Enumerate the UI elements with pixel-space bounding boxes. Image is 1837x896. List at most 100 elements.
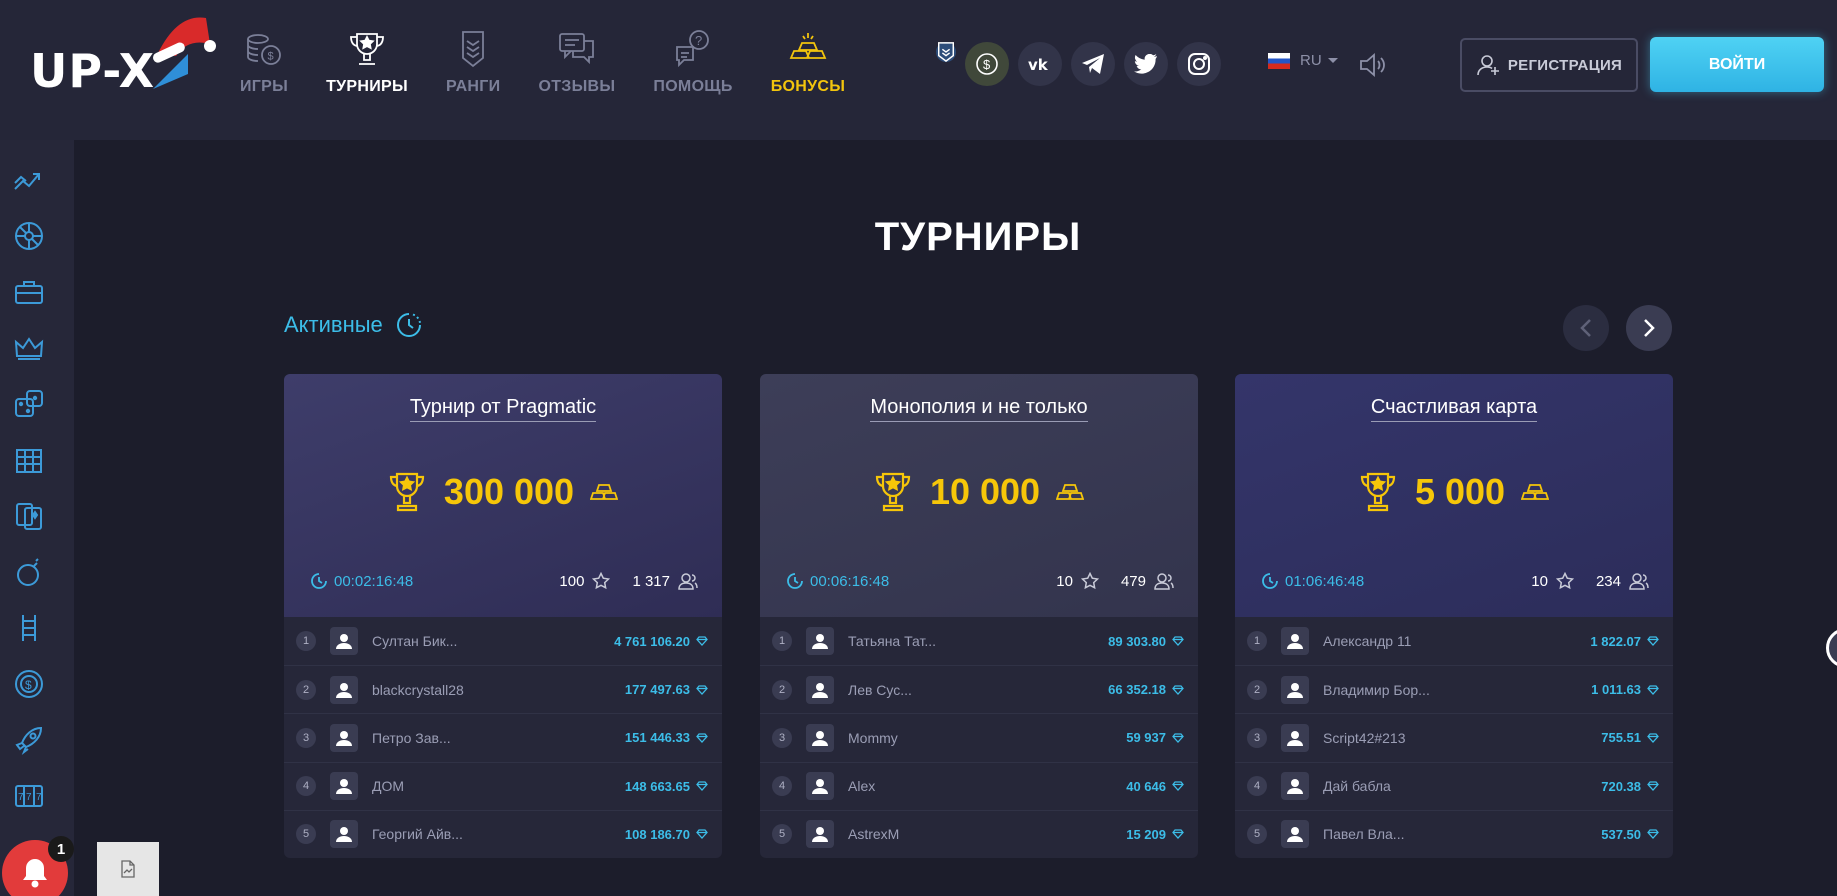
rank-badge: 5	[296, 824, 316, 845]
dollar-wheel-icon[interactable]: $	[13, 668, 45, 700]
arrow-logo-icon	[153, 54, 188, 89]
login-button[interactable]: ВОЙТИ	[1650, 37, 1824, 92]
star-icon	[1555, 572, 1574, 590]
rocket-icon[interactable]	[13, 724, 45, 756]
trend-icon[interactable]	[13, 164, 45, 196]
svg-text:7: 7	[36, 792, 42, 803]
cards-icon[interactable]	[13, 500, 45, 532]
broken-image-icon[interactable]	[97, 842, 159, 896]
users-icon	[678, 573, 698, 590]
diamond-icon	[696, 733, 708, 743]
keno-icon[interactable]	[13, 444, 45, 476]
participants-stat: 479	[1121, 572, 1174, 590]
side-widget-button[interactable]	[1826, 628, 1837, 668]
leaderboard: 1 Султан Бик... 4 761 106.20 2 blackcrys…	[284, 617, 722, 858]
leaderboard-row: 1 Александр 11 1 822.07	[1235, 617, 1673, 665]
rank-badge: 5	[772, 824, 792, 845]
nav-help[interactable]: ? ПОМОЩЬ	[653, 28, 732, 108]
sound-icon[interactable]	[1358, 52, 1388, 83]
player-score: 720.38	[1601, 778, 1641, 794]
user-avatar-icon	[806, 723, 834, 752]
tournament-title[interactable]: Турнир от Pragmatic	[409, 396, 597, 422]
tournament-banner: Счастливая карта 5 000 01:06:46:48 10 23…	[1235, 374, 1673, 617]
rank-badge: 3	[1247, 727, 1267, 748]
tournament-card[interactable]: Монополия и не только 10 000 00:06:16:48…	[760, 374, 1198, 858]
leaderboard-row: 2 blackcrystall28 177 497.63	[284, 665, 722, 713]
tournament-card[interactable]: Счастливая карта 5 000 01:06:46:48 10 23…	[1235, 374, 1673, 858]
login-label: ВОЙТИ	[1708, 55, 1766, 73]
nav-games-label: ИГРЫ	[240, 78, 289, 95]
diamond-icon	[1647, 829, 1659, 840]
nav-reviews[interactable]: ОТЗЫВЫ	[538, 28, 615, 108]
coin-dollar-icon[interactable]: $	[965, 42, 1009, 86]
crown-icon[interactable]	[13, 332, 45, 364]
diamond-icon	[1647, 636, 1659, 647]
stars-value: 10	[1056, 572, 1073, 590]
player-name: Mommy	[848, 729, 898, 746]
participants-value: 1 317	[632, 572, 670, 590]
carousel-prev-button[interactable]	[1563, 305, 1609, 351]
slots-icon[interactable]: 777	[13, 780, 45, 812]
rank-badge: 3	[296, 727, 316, 748]
timer: 01:06:46:48	[1261, 572, 1364, 590]
site-logo[interactable]: UP-X	[28, 17, 218, 100]
carousel-next-button[interactable]	[1626, 305, 1672, 351]
diamond-icon	[1172, 636, 1184, 647]
nav-games[interactable]: $ ИГРЫ	[240, 28, 288, 108]
instagram-icon[interactable]	[1177, 42, 1221, 86]
diamond-icon	[696, 781, 708, 792]
register-button[interactable]: РЕГИСТРАЦИЯ	[1460, 38, 1638, 92]
dice-icon[interactable]	[13, 388, 45, 420]
rank-badge-icon[interactable]	[936, 42, 956, 62]
tournament-info: 00:02:16:48 100 1 317	[310, 572, 698, 590]
section-title-label: Активные	[284, 312, 383, 337]
trophy-icon	[1360, 472, 1396, 512]
prize-block: 10 000	[760, 470, 1198, 514]
player-score: 1 822.07	[1590, 633, 1641, 649]
diamond-icon	[696, 636, 708, 647]
nav-ranks[interactable]: РАНГИ	[446, 28, 500, 108]
participants-stat: 234	[1596, 572, 1649, 590]
users-icon	[1154, 573, 1174, 590]
diamond-icon	[1172, 829, 1184, 840]
rank-badge: 1	[772, 631, 792, 652]
player-name: Script42#213	[1323, 729, 1406, 746]
rank-badge: 4	[1247, 776, 1267, 797]
tournament-card[interactable]: Турнир от Pragmatic 300 000 00:02:16:48 …	[284, 374, 722, 858]
gold-bars-icon	[590, 484, 619, 500]
player-name: AstrexM	[848, 826, 900, 843]
diamond-icon	[1647, 685, 1659, 695]
player-score: 59 937	[1126, 730, 1166, 746]
user-avatar-icon	[806, 627, 834, 656]
diamond-icon	[696, 685, 708, 695]
prize-value: 5 000	[1414, 471, 1506, 512]
prize-value: 300 000	[443, 471, 575, 512]
participants-stat: 1 317	[632, 572, 698, 590]
player-name: Лев Сус...	[848, 681, 912, 698]
vk-icon[interactable]: vk	[1018, 42, 1062, 86]
player-name: Султан Бик...	[372, 633, 458, 650]
user-avatar-icon	[1281, 723, 1309, 752]
leaderboard-row: 4 Alex 40 646	[760, 761, 1198, 810]
tournament-title[interactable]: Монополия и не только	[870, 396, 1088, 422]
tournament-title[interactable]: Счастливая карта	[1370, 396, 1538, 422]
prize-value: 10 000	[929, 471, 1041, 512]
nav-bonuses[interactable]: БОНУСЫ	[771, 28, 845, 108]
nav-tournaments[interactable]: ТУРНИРЫ	[326, 28, 408, 108]
nav-help-label: ПОМОЩЬ	[653, 78, 733, 95]
bomb-icon[interactable]	[13, 556, 45, 588]
user-avatar-icon	[1281, 675, 1309, 704]
timer: 00:06:16:48	[786, 572, 889, 590]
stars-value: 10	[1531, 572, 1548, 590]
language-selector[interactable]: RU	[1268, 52, 1338, 69]
register-label: РЕГИСТРАЦИЯ	[1507, 56, 1623, 74]
svg-text:vk: vk	[1028, 56, 1049, 72]
leaderboard-row: 4 Дай бабла 720.38	[1235, 761, 1673, 810]
twitter-icon[interactable]	[1124, 42, 1168, 86]
timer: 00:02:16:48	[310, 572, 413, 590]
telegram-icon[interactable]	[1071, 42, 1115, 86]
user-avatar-icon	[330, 723, 358, 752]
case-icon[interactable]	[13, 276, 45, 308]
ladder-icon[interactable]	[13, 612, 45, 644]
leaderboard-row: 3 Script42#213 755.51	[1235, 713, 1673, 761]
